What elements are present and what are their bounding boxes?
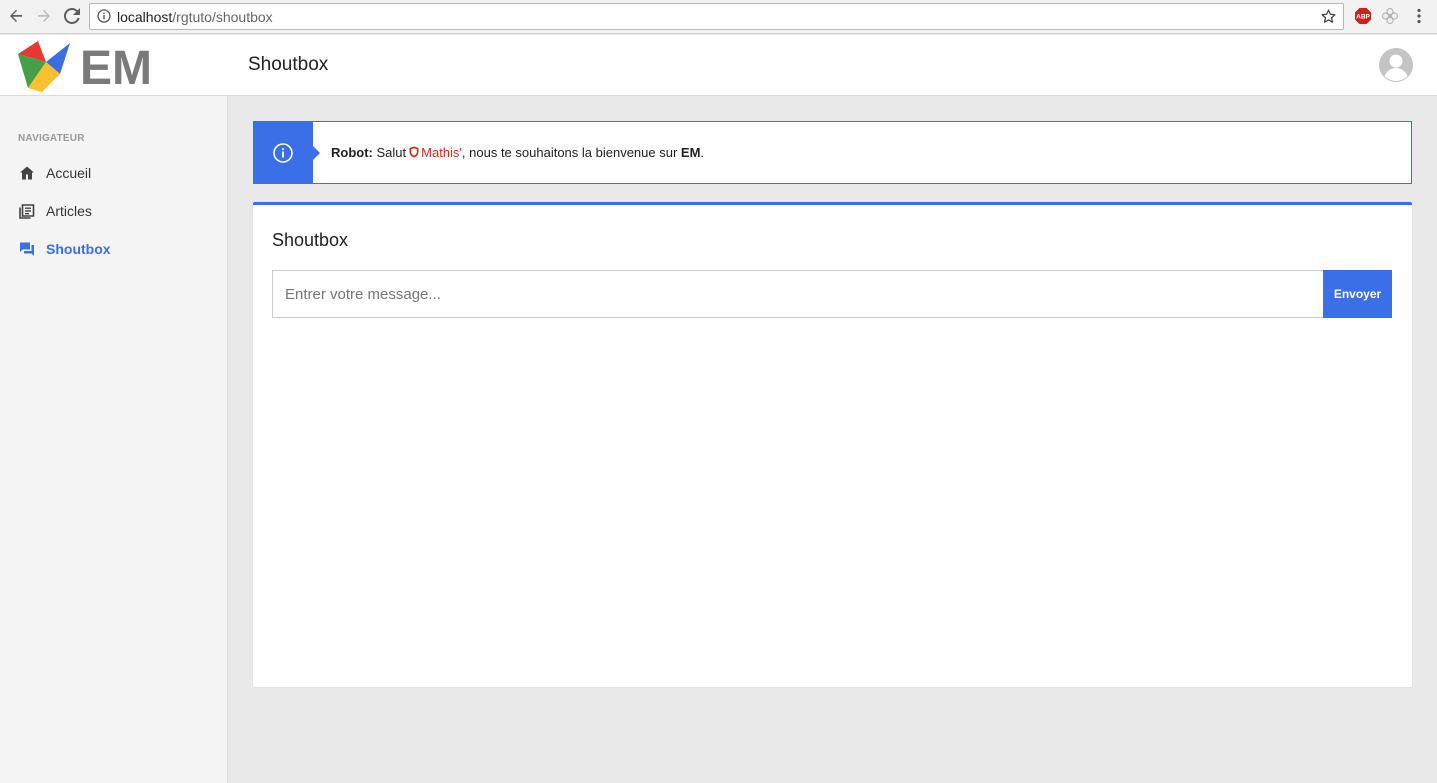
send-button[interactable]: Envoyer — [1323, 270, 1392, 318]
alert-site: EM — [680, 145, 701, 160]
alert-sender: Robot: — [331, 145, 373, 160]
em-logo[interactable]: EM — [16, 38, 162, 95]
url-host: localhost — [117, 9, 173, 25]
sidebar-item-label: Accueil — [46, 165, 92, 181]
message-input[interactable] — [272, 270, 1323, 318]
back-arrow-icon — [10, 9, 22, 22]
card-title: Shoutbox — [272, 230, 349, 250]
articles-icon — [18, 202, 36, 220]
url-text: localhost/rgtuto/shoutbox — [117, 9, 273, 25]
welcome-alert: Robot: Salut Mathis', nous te souhaitons … — [253, 121, 1412, 184]
shoutbox-card: Shoutbox Envoyer — [253, 202, 1412, 687]
app-header: EM Shoutbox — [0, 35, 1437, 96]
user-avatar-icon — [1379, 48, 1413, 82]
browser-toolbar: localhost/rgtuto/shoutbox ABP — [0, 0, 1437, 34]
logo-text: EM — [80, 42, 152, 94]
sidebar-item-articles[interactable]: Articles — [18, 199, 92, 223]
sidebar-heading: NAVIGATEUR — [18, 133, 85, 144]
alert-greeting: Salut — [376, 145, 407, 160]
adblock-extension-icon[interactable]: ABP — [1354, 7, 1372, 25]
reload-icon — [64, 8, 80, 24]
flower-extension-icon[interactable] — [1381, 7, 1399, 25]
reload-button[interactable] — [62, 6, 82, 26]
url-path: /rgtuto/shoutbox — [172, 9, 273, 25]
alert-icon-box — [253, 121, 313, 184]
alert-pointer — [313, 146, 320, 160]
sidebar-item-shoutbox[interactable]: Shoutbox — [18, 237, 111, 261]
alert-message-middle: , nous te souhaitons la bienvenue sur — [461, 145, 678, 160]
home-icon — [18, 164, 36, 182]
page-title: Shoutbox — [248, 54, 329, 75]
sidebar-item-accueil[interactable]: Accueil — [18, 161, 91, 185]
back-button[interactable] — [6, 6, 26, 26]
sidebar-item-label: Articles — [46, 203, 92, 219]
sidebar: NAVIGATEUR Accueil Articles Shoutbox — [0, 96, 228, 783]
abp-label: ABP — [1356, 14, 1370, 21]
alert-username[interactable]: Mathis' — [421, 145, 462, 160]
forward-button[interactable] — [34, 6, 54, 26]
info-icon — [273, 142, 293, 163]
browser-menu-icon[interactable] — [1410, 7, 1428, 25]
shield-icon — [409, 146, 419, 158]
forward-arrow-icon — [38, 9, 50, 22]
alert-message: Robot: Salut Mathis', nous te souhaitons … — [331, 145, 704, 160]
alert-end: . — [700, 145, 705, 160]
bookmark-star-icon[interactable] — [1320, 8, 1337, 25]
chat-icon — [18, 240, 36, 258]
sidebar-item-label: Shoutbox — [46, 241, 111, 257]
info-icon[interactable] — [97, 9, 111, 23]
address-bar[interactable]: localhost/rgtuto/shoutbox — [89, 3, 1344, 30]
avatar[interactable] — [1379, 48, 1413, 82]
